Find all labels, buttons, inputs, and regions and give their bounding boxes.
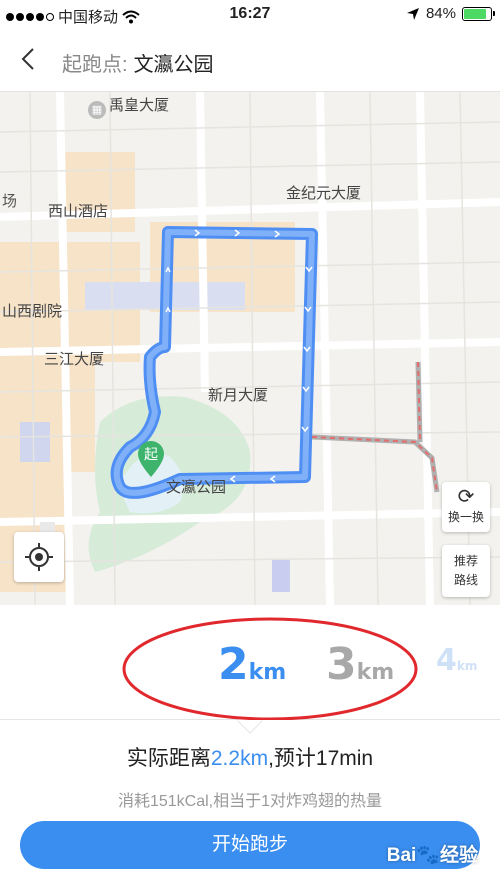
map-label-xishan-hotel: 西山酒店 [48,203,109,220]
page-title: 起跑点: 文瀛公园 [62,48,214,77]
start-pin-label: 起 [144,447,158,463]
map-label-shanxi-theatre: 山西剧院 [2,303,63,320]
map-label-jinjiyuan: 金纪元大厦 [286,185,362,202]
actual-distance: 2.2km [210,747,269,770]
recommend-label-line2: 路线 [453,573,478,587]
watermark-text-a: Bai [386,845,417,866]
refresh-icon: ⟳ [457,486,475,508]
distance-option-4km[interactable]: 4km [436,643,477,678]
recommend-label-line1: 推荐 [453,554,478,568]
watermark-text-b: 经验 [439,845,478,866]
status-bar: 中国移动 16:27 84% [0,0,500,30]
calorie-info: 消耗151kCal,相当于1对炸鸡翅的热量 [117,793,383,810]
distance-number: 2 [218,639,249,690]
distance-option-2km[interactable]: 2km [218,639,286,690]
distance-picker[interactable]: 2km 3km 4km [0,605,500,720]
route-map[interactable]: ▦ 禹皇大厦 场 西山酒店 金纪元大厦 山西剧院 三江大厦 新月大厦 文瀛公园 起 [0,92,500,605]
distance-option-3km[interactable]: 3km [326,639,394,690]
crosshair-icon [25,543,53,571]
nav-bar: 起跑点: 文瀛公园 [0,30,500,92]
battery-icon [462,6,495,21]
paw-icon: 🐾 [416,845,440,866]
summary-prefix: 实际距离 [126,747,211,770]
distance-unit: km [248,660,287,685]
recommend-route-button[interactable]: 推荐 路线 [442,545,490,597]
estimated-time: 17min [315,747,374,770]
map-label-yuhuang: ▦ 禹皇大厦 [88,94,169,119]
distance-number: 3 [326,639,357,690]
distance-unit: km [456,659,478,673]
title-label: 起跑点: [62,54,128,76]
map-label-wenying-park: 文瀛公园 [166,479,227,496]
refresh-route-button[interactable]: ⟳ 换一换 [442,482,490,532]
refresh-label: 换一换 [447,510,484,524]
map-label-sanjiang: 三江大厦 [44,351,105,368]
battery-percent: 84% [425,5,456,22]
map-label-chang: 场 [2,193,18,210]
back-chevron-icon[interactable] [14,44,44,74]
summary-middle: ,预计 [268,747,316,770]
baidu-jingyan-watermark: Bai🐾经验 [387,840,478,867]
status-right: 84% [406,5,495,22]
map-label-xinyue: 新月大厦 [208,387,269,404]
location-arrow-icon [406,7,419,20]
distance-unit: km [356,660,395,685]
locate-button[interactable] [14,532,64,582]
distance-number: 4 [436,643,457,678]
building-icon: ▦ [88,101,106,119]
start-pin-icon[interactable]: 起 [136,440,166,478]
title-value: 文瀛公园 [133,54,214,76]
battery-level [464,8,486,19]
route-summary: 实际距离2.2km,预计17min [0,742,500,772]
